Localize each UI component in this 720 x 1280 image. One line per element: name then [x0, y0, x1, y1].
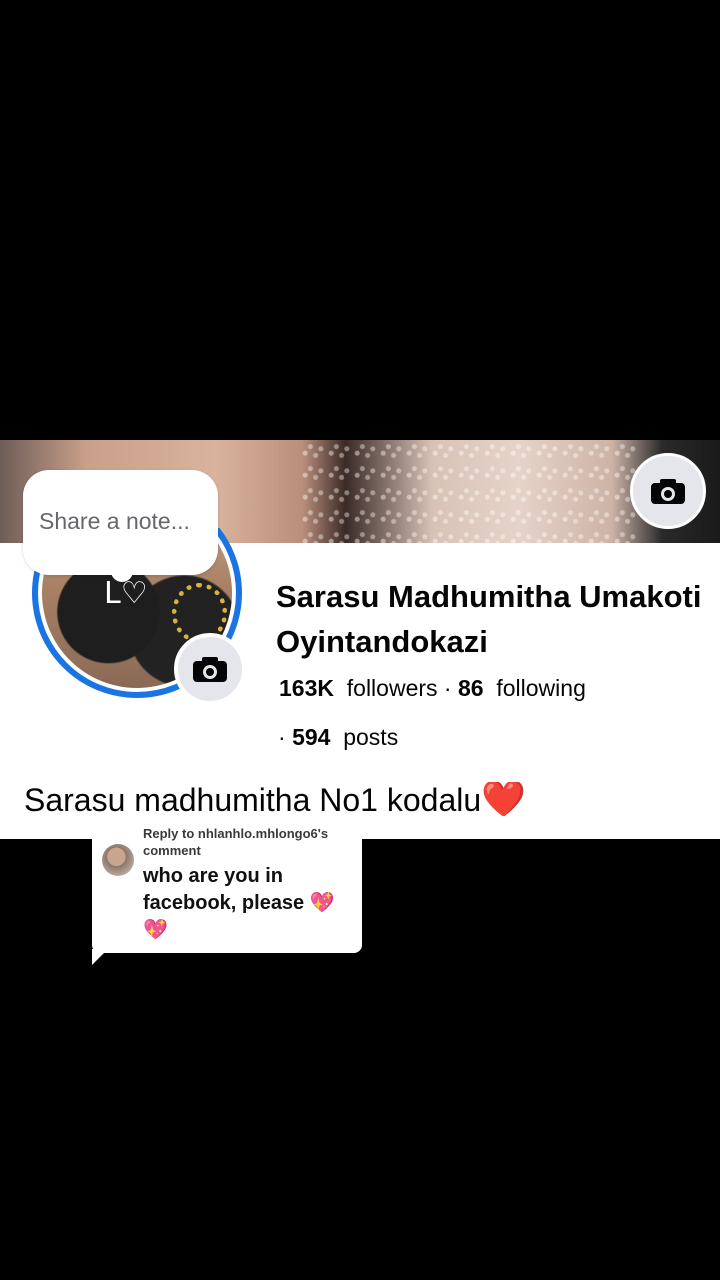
- reply-comment-sticker: Reply to nhlanhlo.mhlongo6's comment who…: [92, 815, 362, 965]
- edit-profile-picture-button[interactable]: [174, 633, 246, 705]
- followers-count[interactable]: 163K: [279, 675, 334, 701]
- profile-name-line1: Sarasu Madhumitha Umakoti: [276, 579, 702, 614]
- following-count[interactable]: 86: [458, 675, 484, 701]
- following-label[interactable]: following: [496, 675, 586, 701]
- share-note-placeholder: Share a note...: [39, 508, 190, 534]
- posts-count: 594: [292, 724, 331, 750]
- bio-text: Sarasu madhumitha No1 kodalu: [24, 782, 482, 816]
- camera-icon: [193, 656, 227, 682]
- profile-posts-stat: · 594 posts: [278, 724, 398, 751]
- posts-separator: ·: [278, 724, 286, 750]
- commenter-avatar: [102, 844, 134, 876]
- profile-name: Sarasu Madhumitha Umakoti Oyintandokazi: [276, 574, 720, 664]
- cover-photo-texture: [300, 440, 640, 543]
- reply-header: Reply to nhlanhlo.mhlongo6's comment: [143, 826, 329, 858]
- profile-name-line2: Oyintandokazi: [276, 624, 488, 659]
- reply-message-text: who are you in facebook, please: [143, 865, 305, 914]
- camera-icon: [651, 478, 685, 504]
- red-heart-emoji: ❤️: [481, 782, 526, 816]
- followers-label[interactable]: followers: [347, 675, 438, 701]
- posts-label: posts: [343, 724, 399, 750]
- reply-message: who are you in facebook, please 💖 💖: [143, 863, 355, 943]
- edit-cover-photo-button[interactable]: [630, 453, 706, 529]
- stats-separator: ·: [443, 675, 452, 701]
- share-note-bubble[interactable]: Share a note...: [23, 470, 218, 582]
- profile-stats: 163K followers · 86 following: [279, 675, 586, 702]
- profile-bio: Sarasu madhumitha No1 kodalu❤️: [24, 782, 526, 816]
- sticker-tail: [92, 949, 108, 965]
